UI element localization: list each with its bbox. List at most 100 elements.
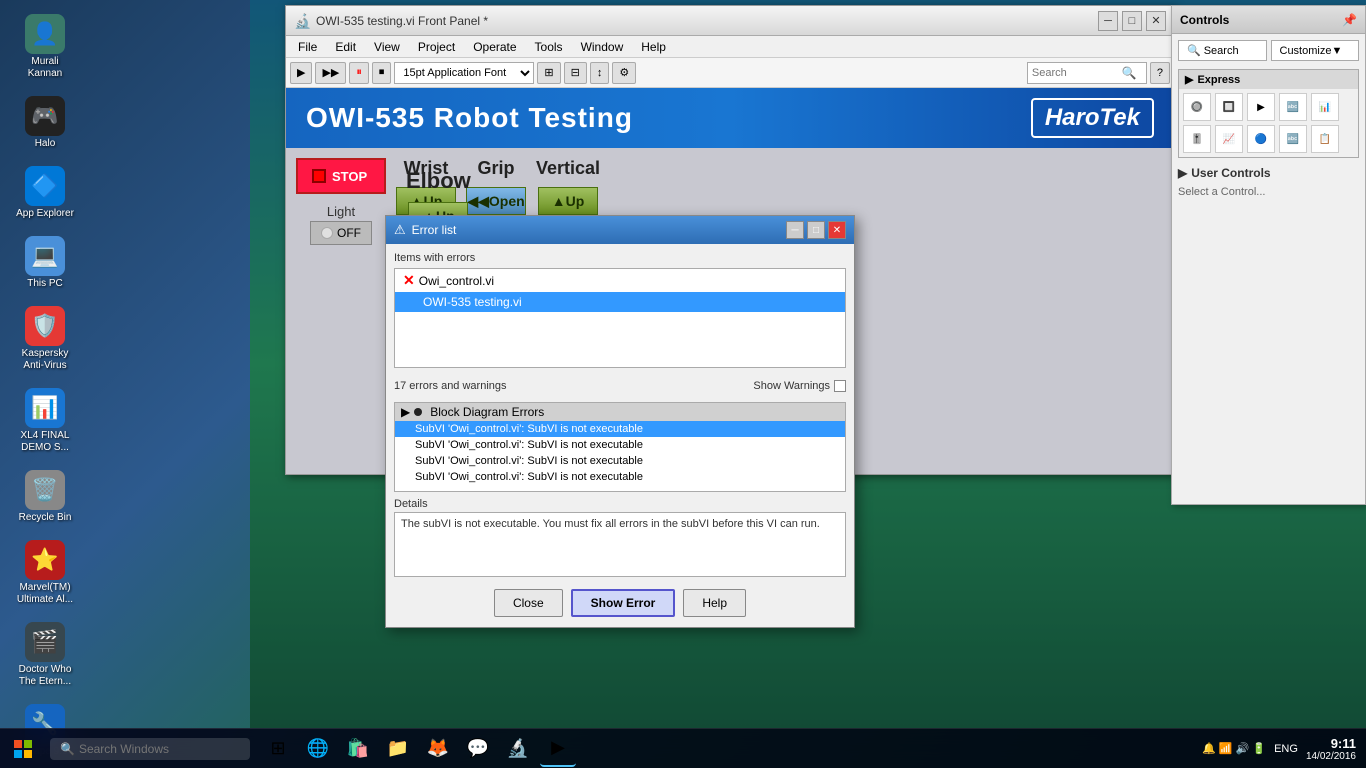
cp-item-6[interactable]: 📈 xyxy=(1215,125,1243,153)
taskbar-search-input[interactable] xyxy=(79,742,229,756)
stop-button[interactable]: STOP xyxy=(296,158,386,194)
toolbar-pause-btn[interactable]: ⏹ xyxy=(372,62,392,84)
harotek-logo: HaroTek xyxy=(1031,98,1154,138)
error-item-owictrl[interactable]: ✕ Owi_control.vi xyxy=(395,269,845,292)
desktop-icon-marvel[interactable]: ⭐ Marvel(TM)Ultimate Al... xyxy=(10,536,80,610)
menu-edit[interactable]: Edit xyxy=(327,38,364,56)
block-diagram-expand-icon: ▶ xyxy=(401,405,410,419)
cp-item-0[interactable]: 🔘 xyxy=(1183,93,1211,121)
error-dialog-maximize[interactable]: □ xyxy=(807,221,825,239)
error-err-item-1[interactable]: SubVI 'Owi_control.vi': SubVI is not exe… xyxy=(395,437,845,453)
cp-item-7[interactable]: 🔵 xyxy=(1247,125,1275,153)
error-err-item-3[interactable]: SubVI 'Owi_control.vi': SubVI is not exe… xyxy=(395,469,845,485)
toolbar-align-btn[interactable]: ⊞ xyxy=(537,62,560,84)
cp-item-1[interactable]: 🔲 xyxy=(1215,93,1243,121)
error-err-item-0[interactable]: SubVI 'Owi_control.vi': SubVI is not exe… xyxy=(395,421,845,437)
desktop-icon-halo[interactable]: 🎮 Halo xyxy=(10,92,80,154)
grip-open-btn[interactable]: ◀◀ Open xyxy=(466,187,526,215)
toolbar-dist-btn[interactable]: ⊟ xyxy=(564,62,587,84)
grip-label: Grip xyxy=(477,158,514,179)
taskbar-wechat[interactable]: 💬 xyxy=(460,731,496,767)
taskbar-clock[interactable]: 9:11 14/02/2016 xyxy=(1306,736,1356,762)
block-diagram-group-header[interactable]: ▶ Block Diagram Errors xyxy=(395,403,845,421)
taskbar-store[interactable]: 🛍️ xyxy=(340,731,376,767)
start-button[interactable] xyxy=(0,729,45,768)
show-warnings-container[interactable]: Show Warnings xyxy=(753,380,846,392)
error-status-bar: 17 errors and warnings Show Warnings xyxy=(394,376,846,396)
menu-file[interactable]: File xyxy=(290,38,325,56)
menu-view[interactable]: View xyxy=(366,38,408,56)
taskbar-search-box[interactable]: 🔍 xyxy=(50,738,250,760)
desktop-icon-doctorwho[interactable]: 🎬 Doctor WhoThe Etern... xyxy=(10,618,80,692)
lv-maximize-btn[interactable]: □ xyxy=(1122,11,1142,31)
taskbar-system-tray: 🔔 📶 🔊 🔋 ENG 9:11 14/02/2016 xyxy=(1202,736,1366,762)
error-dialog-close[interactable]: ✕ xyxy=(828,221,846,239)
cp-item-9[interactable]: 📋 xyxy=(1311,125,1339,153)
desktop-icon-thispc[interactable]: 💻 This PC xyxy=(10,232,80,294)
toolbar-search-box[interactable]: 🔍 xyxy=(1027,62,1147,84)
cp-search-row: 🔍 Search Customize▼ xyxy=(1178,40,1359,61)
toolbar-run2-btn[interactable]: ▶▶ xyxy=(315,62,346,84)
cp-expand-icon: ▶ xyxy=(1185,73,1193,86)
desktop-icon-appexplorer[interactable]: 🔷 App Explorer xyxy=(10,162,80,224)
menu-help[interactable]: Help xyxy=(633,38,674,56)
cp-select-control-label[interactable]: Select a Control... xyxy=(1178,184,1359,200)
cp-item-8[interactable]: 🔤 xyxy=(1279,125,1307,153)
taskbar-firefox[interactable]: 🦊 xyxy=(420,731,456,767)
taskbar-time-text: 9:11 xyxy=(1306,736,1356,751)
taskbar-explorer[interactable]: 📁 xyxy=(380,731,416,767)
font-select[interactable]: 15pt Application Font xyxy=(394,62,534,84)
error-err-item-2[interactable]: SubVI 'Owi_control.vi': SubVI is not exe… xyxy=(395,453,845,469)
toolbar-reorder-btn[interactable]: ↕ xyxy=(590,62,610,84)
cp-item-5[interactable]: 🎚️ xyxy=(1183,125,1211,153)
stop-indicator xyxy=(312,169,326,183)
taskbar-edge[interactable]: 🌐 xyxy=(300,731,336,767)
cp-search-btn[interactable]: 🔍 Search xyxy=(1178,40,1267,61)
menu-operate[interactable]: Operate xyxy=(465,38,524,56)
toolbar-misc-btn[interactable]: ⚙ xyxy=(612,62,636,84)
cp-item-2[interactable]: ▶ xyxy=(1247,93,1275,121)
show-warnings-checkbox[interactable] xyxy=(834,380,846,392)
desktop-icon-kaspersky[interactable]: 🛡️ KasperskyAnti-Virus xyxy=(10,302,80,376)
error-help-btn[interactable]: Help xyxy=(683,589,746,617)
lv-titlebar[interactable]: 🔬 OWI-535 testing.vi Front Panel * ─ □ ✕ xyxy=(286,6,1174,36)
toolbar-stop-btn[interactable]: ⏸ xyxy=(349,62,369,84)
desktop-icon-recycle[interactable]: 🗑️ Recycle Bin xyxy=(10,466,80,528)
taskbar-ni[interactable]: 🔬 xyxy=(500,731,536,767)
error-dialog-icon: ⚠ xyxy=(394,222,406,238)
lv-window-title: OWI-535 testing.vi Front Panel * xyxy=(316,14,1098,28)
lv-minimize-btn[interactable]: ─ xyxy=(1098,11,1118,31)
cp-express-header[interactable]: ▶ Express xyxy=(1179,70,1358,89)
toolbar-help-btn[interactable]: ? xyxy=(1150,62,1170,84)
light-label: Light xyxy=(327,204,355,219)
controls-panel-pin[interactable]: 📌 xyxy=(1342,13,1357,27)
error-show-error-btn[interactable]: Show Error xyxy=(571,589,676,617)
cp-item-4[interactable]: 📊 xyxy=(1311,93,1339,121)
taskbar-task-view[interactable]: ⊞ xyxy=(260,731,296,767)
error-dialog-title: Error list xyxy=(412,223,786,237)
error-dialog-body: Items with errors ✕ Owi_control.vi OWI-5… xyxy=(386,244,854,627)
error-errors-list[interactable]: ▶ Block Diagram Errors SubVI 'Owi_contro… xyxy=(394,402,846,492)
cp-item-3[interactable]: 🔤 xyxy=(1279,93,1307,121)
lv-close-btn[interactable]: ✕ xyxy=(1146,11,1166,31)
error-close-btn[interactable]: Close xyxy=(494,589,563,617)
items-with-errors-label: Items with errors xyxy=(394,252,846,264)
error-dialog-minimize[interactable]: ─ xyxy=(786,221,804,239)
taskbar-language: ENG xyxy=(1274,743,1298,755)
error-item-owi535[interactable]: OWI-535 testing.vi xyxy=(395,292,845,312)
desktop-icon-xl4final[interactable]: 📊 XL4 FINALDEMO S... xyxy=(10,384,80,458)
light-toggle-btn[interactable]: OFF xyxy=(310,221,372,245)
cp-user-controls-header[interactable]: ▶ User Controls xyxy=(1178,166,1359,180)
menu-project[interactable]: Project xyxy=(410,38,463,56)
windows-logo-icon xyxy=(13,739,33,759)
cp-customize-btn[interactable]: Customize▼ xyxy=(1271,40,1360,61)
vertical-up-btn[interactable]: ▲ Up xyxy=(538,187,598,215)
error-dialog-titlebar[interactable]: ⚠ Error list ─ □ ✕ xyxy=(386,216,854,244)
desktop-icon-user[interactable]: 👤 Murali Kannan xyxy=(10,10,80,84)
menu-window[interactable]: Window xyxy=(573,38,632,56)
menu-tools[interactable]: Tools xyxy=(527,38,571,56)
toolbar-run-btn[interactable]: ▶ xyxy=(290,62,312,84)
toolbar-search-input[interactable] xyxy=(1032,67,1122,79)
error-items-list[interactable]: ✕ Owi_control.vi OWI-535 testing.vi xyxy=(394,268,846,368)
taskbar-labview[interactable]: ▶ xyxy=(540,731,576,767)
